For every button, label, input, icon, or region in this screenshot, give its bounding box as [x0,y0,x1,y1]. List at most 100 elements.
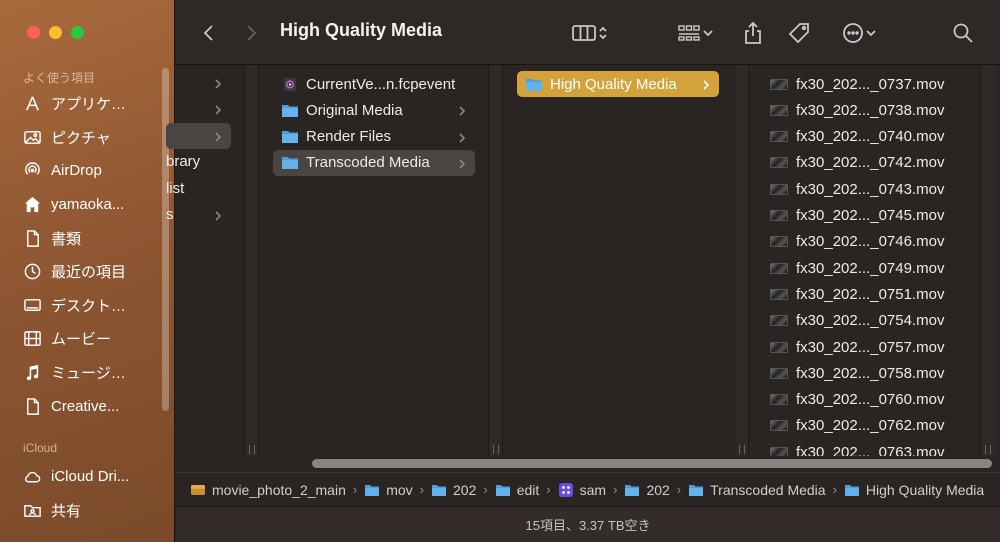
sidebar-item[interactable]: yamaoka... [22,188,162,222]
movie-file-item[interactable]: fx30_202..._0737.mov [770,71,970,97]
path-crumb[interactable]: 202 [431,482,476,498]
finder-window: よく使う項目 アプリケ… ピクチャ AirDrop yamaoka... 書類最近の項目… [0,0,1000,542]
file-name: fx30_202..._0762.mov [796,417,945,435]
chevron-right-icon [213,209,223,221]
path-crumb[interactable]: Transcoded Media [688,482,826,498]
column-item[interactable]: Transcoded Media [273,149,475,176]
share-button[interactable] [740,18,766,48]
column-1: brary list s [166,66,244,472]
grip-handle[interactable] [249,445,255,454]
minimize-window-button[interactable] [49,26,62,39]
path-crumb[interactable]: mov [364,482,413,498]
item-label: High Quality Media [550,75,677,93]
file-name: fx30_202..._0749.mov [796,259,945,277]
sidebar-item-label: 書類 [51,230,82,248]
sidebar-item[interactable]: 共有 [22,494,162,528]
path-crumb[interactable]: High Quality Media [844,482,984,498]
movie-file-item[interactable]: fx30_202..._0742.mov [770,150,970,176]
view-mode-button[interactable] [564,18,616,48]
movie-file-item[interactable]: fx30_202..._0754.mov [770,308,970,334]
video-thumbnail-icon [770,157,788,169]
column-item[interactable]: CurrentVe...n.fcpevent [273,71,475,97]
chevron-right-icon [457,104,467,116]
grip-handle[interactable] [985,445,991,454]
item-label: s [166,206,174,223]
favorites-list: アプリケ… ピクチャ AirDrop yamaoka... 書類最近の項目 デスクト… ムー… [22,87,162,423]
tags-button[interactable] [786,18,812,48]
movie-file-item[interactable]: fx30_202..._0758.mov [770,360,970,386]
column-1-item[interactable]: s [166,202,231,228]
file-name: fx30_202..._0754.mov [796,312,945,330]
applications-icon [22,94,42,114]
chevron-left-icon [203,25,213,41]
sidebar-item[interactable]: Creative... [22,389,162,423]
file-name: fx30_202..._0746.mov [796,233,945,251]
path-crumb[interactable]: movie_photo_2_main [190,482,346,498]
home-icon [22,195,42,215]
forward-button[interactable] [238,18,264,48]
folder-icon [281,129,299,144]
sidebar-item[interactable]: iCloud Dri... [22,460,162,494]
horizontal-scrollbar[interactable] [176,456,1000,472]
sidebar-item[interactable]: アプリケ… [22,87,162,121]
horizontal-scroll-thumb[interactable] [312,459,992,468]
file-name: fx30_202..._0758.mov [796,364,945,382]
sidebar-item[interactable]: 書類 [22,221,162,255]
group-button[interactable] [672,18,718,48]
item-label: list [166,179,185,197]
column-3-resizer[interactable] [734,66,749,472]
grip-handle[interactable] [739,445,745,454]
sidebar-item-label: アプリケ… [51,96,127,114]
item-label: Original Media [306,101,403,119]
movie-file-item[interactable]: fx30_202..._0760.mov [770,387,970,413]
column-4: fx30_202..._0737.mov fx30_202..._0738.mov… [750,66,980,472]
path-separator-icon: › [419,482,425,497]
movie-file-item[interactable]: fx30_202..._0762.mov [770,413,970,439]
path-crumb-label: 202 [453,481,477,498]
movie-file-item[interactable]: fx30_202..._0749.mov [770,255,970,281]
sidebar-item[interactable]: ピクチャ [22,121,162,155]
path-crumb[interactable]: edit [495,482,539,498]
action-button[interactable] [836,18,882,48]
column-1-resizer[interactable] [244,66,259,472]
column-1-item[interactable]: list [166,175,231,201]
sidebar-item[interactable]: ミュージ… [22,356,162,390]
column-item[interactable]: Render Files [273,124,475,150]
search-button[interactable] [950,18,976,48]
path-crumb[interactable]: 202 [624,481,670,498]
movie-file-item[interactable]: fx30_202..._0745.mov [770,203,970,229]
column-1-item[interactable] [166,70,231,96]
file-name: fx30_202..._0760.mov [796,391,945,409]
favorites-header: よく使う項目 [23,71,96,85]
column-4-resizer[interactable] [980,66,995,472]
status-text: 15項目、3.37 TB空き [525,518,651,533]
column-browser: brary list s CurrentVe...n.fcpevent Origina… [166,66,1000,472]
movie-file-item[interactable]: fx30_202..._0738.mov [770,97,970,123]
movie-file-item[interactable]: fx30_202..._0743.mov [770,176,970,202]
item-label: CurrentVe...n.fcpevent [306,75,456,93]
column-1-item[interactable] [166,96,231,122]
movie-file-item[interactable]: fx30_202..._0746.mov [770,229,970,255]
movie-file-item[interactable]: fx30_202..._0740.mov [770,124,970,150]
column-item[interactable]: High Quality Media [517,71,719,97]
back-button[interactable] [196,18,222,48]
file-name: fx30_202..._0738.mov [796,101,945,119]
video-thumbnail-icon [770,315,788,327]
sidebar-item[interactable]: ムービー [22,322,162,356]
column-1-item[interactable]: brary [166,149,231,175]
column-2-resizer[interactable] [488,66,503,472]
movie-file-item[interactable]: fx30_202..._0757.mov [770,334,970,360]
zoom-window-button[interactable] [71,26,84,39]
column-item[interactable]: Original Media [273,97,475,123]
folder-icon [281,155,299,170]
video-thumbnail-icon [770,78,788,90]
sidebar-item[interactable]: デスクト… [22,289,162,323]
sidebar-item[interactable]: 最近の項目 [22,255,162,289]
sidebar-item[interactable]: AirDrop [22,154,162,188]
close-window-button[interactable] [27,26,40,39]
grip-handle[interactable] [493,445,499,454]
path-crumb[interactable]: sam [558,482,606,498]
movie-file-item[interactable]: fx30_202..._0751.mov [770,281,970,307]
column-1-item[interactable] [166,122,231,149]
path-crumb-label: 202 [646,481,670,498]
